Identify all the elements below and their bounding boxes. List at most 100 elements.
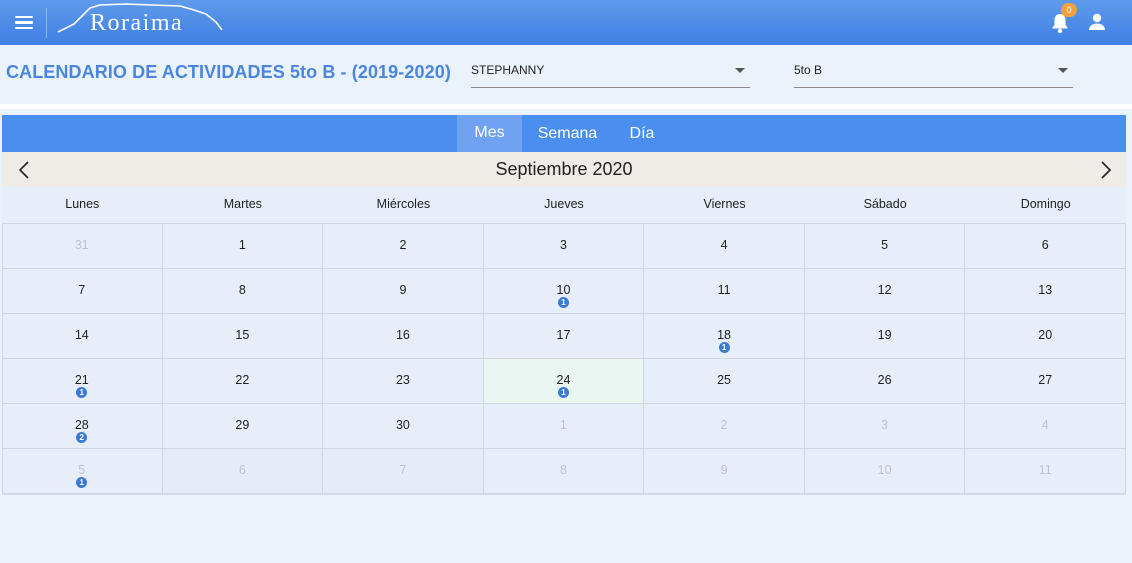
day-cell[interactable]: 9 [644, 449, 805, 494]
day-cell[interactable]: 31 [2, 224, 163, 269]
day-cell[interactable]: 4 [965, 404, 1126, 449]
day-cell[interactable]: 7 [323, 449, 484, 494]
day-cell[interactable]: 23 [323, 359, 484, 404]
day-number: 24 [556, 373, 571, 387]
event-count-badge[interactable]: 1 [557, 297, 569, 308]
day-cell[interactable]: 25 [644, 359, 805, 404]
day-cell[interactable]: 11 [644, 269, 805, 314]
day-cell[interactable]: 6 [162, 449, 324, 494]
weekday-label: Martes [223, 197, 262, 211]
day-cell[interactable]: 10 [804, 449, 966, 494]
day-number: 21 [74, 373, 89, 387]
day-number: 4 [1041, 418, 1049, 432]
page-title: CALENDARIO DE ACTIVIDADES 5to B - (2019-… [6, 62, 451, 82]
weekday-label: Jueves [544, 197, 584, 211]
day-number: 3 [881, 418, 889, 432]
student-select[interactable]: STEPHANNY [471, 58, 750, 88]
day-cell[interactable]: 21 1 [2, 359, 163, 404]
chevron-right-icon[interactable] [1096, 160, 1114, 180]
day-number: 11 [717, 283, 731, 297]
day-cell[interactable]: 1 [162, 224, 324, 269]
day-number: 11 [1038, 463, 1052, 477]
day-cell[interactable]: 26 [804, 359, 966, 404]
roraima-logo[interactable]: Roraima [56, 2, 228, 38]
day-number: 28 [74, 418, 89, 432]
day-number: 6 [1041, 238, 1049, 252]
day-cell[interactable]: 24 1 [483, 359, 645, 404]
day-number: 7 [78, 283, 86, 297]
day-number: 23 [395, 373, 410, 387]
day-cell[interactable]: 12 [804, 269, 966, 314]
day-cell[interactable]: 1 [483, 404, 645, 449]
top-app-bar: Roraima 0 [0, 0, 1132, 45]
section-select-value: 5to B [794, 63, 823, 77]
day-cell[interactable]: 4 [644, 224, 805, 269]
day-cell[interactable]: 51 [2, 449, 163, 494]
day-number: 1 [238, 238, 246, 252]
day-cell[interactable]: 2 [323, 224, 484, 269]
dropdown-arrow-icon [735, 68, 745, 73]
event-count-badge[interactable]: 1 [76, 387, 88, 398]
weekday-header: Lunes Martes Miércoles Jueves Viernes Sábado D… [2, 187, 1126, 222]
topbar-divider [46, 8, 47, 38]
event-count-badge[interactable]: 1 [557, 387, 569, 398]
event-count-badge[interactable]: 1 [76, 477, 88, 488]
day-number: 9 [399, 283, 407, 297]
weekday-label: Viernes [703, 197, 746, 211]
day-number: 2 [399, 238, 407, 252]
tab-week[interactable]: Semana [530, 115, 605, 152]
logo-text: Roraima [90, 10, 184, 36]
day-number: 18 [717, 328, 732, 342]
student-select-value: STEPHANNY [471, 63, 545, 77]
tab-month[interactable]: Mes [457, 115, 522, 152]
day-cell[interactable]: 16 [323, 314, 484, 359]
user-icon[interactable] [1087, 12, 1107, 32]
day-cell[interactable]: 20 [965, 314, 1126, 359]
day-number: 20 [1038, 328, 1053, 342]
day-cell[interactable]: 27 [965, 359, 1126, 404]
day-cell[interactable]: 14 [2, 314, 163, 359]
day-cell[interactable]: 28 2 [2, 404, 163, 449]
day-number: 15 [235, 328, 250, 342]
day-cell[interactable]: 8 [162, 269, 324, 314]
day-cell[interactable]: 8 [483, 449, 645, 494]
day-number: 25 [717, 373, 732, 387]
day-cell[interactable]: 6 [965, 224, 1126, 269]
day-cell[interactable]: 9 [323, 269, 484, 314]
day-number: 8 [238, 283, 246, 297]
day-cell[interactable]: 22 [162, 359, 324, 404]
day-number: 29 [235, 418, 250, 432]
day-cell[interactable]: 7 [2, 269, 163, 314]
section-select[interactable]: 5to B [794, 58, 1073, 88]
day-cell[interactable]: 13 [965, 269, 1126, 314]
day-number: 6 [238, 463, 246, 477]
chevron-left-icon[interactable] [16, 160, 34, 180]
notification-badge: 0 [1061, 3, 1077, 17]
day-cell[interactable]: 11 [965, 449, 1126, 494]
day-number: 3 [560, 238, 567, 252]
day-number: 2 [720, 418, 728, 432]
day-number: 13 [1038, 283, 1053, 297]
day-cell[interactable]: 18 1 [644, 314, 805, 359]
day-cell[interactable]: 30 [323, 404, 484, 449]
event-count-badge[interactable]: 1 [718, 342, 730, 353]
menu-icon[interactable] [13, 13, 35, 31]
day-cell[interactable]: 19 [804, 314, 966, 359]
day-number: 1 [560, 418, 567, 432]
day-cell[interactable]: 29 [162, 404, 324, 449]
day-number: 16 [395, 328, 410, 342]
month-grid: 31 1 2 3 4 5 6 7 8 9 10 1 11 12 13 14 15 16 17 18 1 19 20 21 1 22… [2, 223, 1126, 494]
day-cell[interactable]: 3 [804, 404, 966, 449]
day-cell[interactable]: 15 [162, 314, 324, 359]
day-cell[interactable]: 5 [804, 224, 966, 269]
tab-day[interactable]: Día [624, 115, 660, 152]
day-number: 4 [720, 238, 728, 252]
day-cell[interactable]: 17 [483, 314, 645, 359]
day-cell[interactable]: 10 1 [483, 269, 645, 314]
month-navigation: Septiembre 2020 [2, 152, 1126, 187]
event-count-badge[interactable]: 2 [76, 432, 88, 443]
day-number: 27 [1038, 373, 1053, 387]
day-cell[interactable]: 3 [483, 224, 645, 269]
view-switcher: Mes Semana Día [2, 115, 1126, 152]
day-cell[interactable]: 2 [644, 404, 805, 449]
